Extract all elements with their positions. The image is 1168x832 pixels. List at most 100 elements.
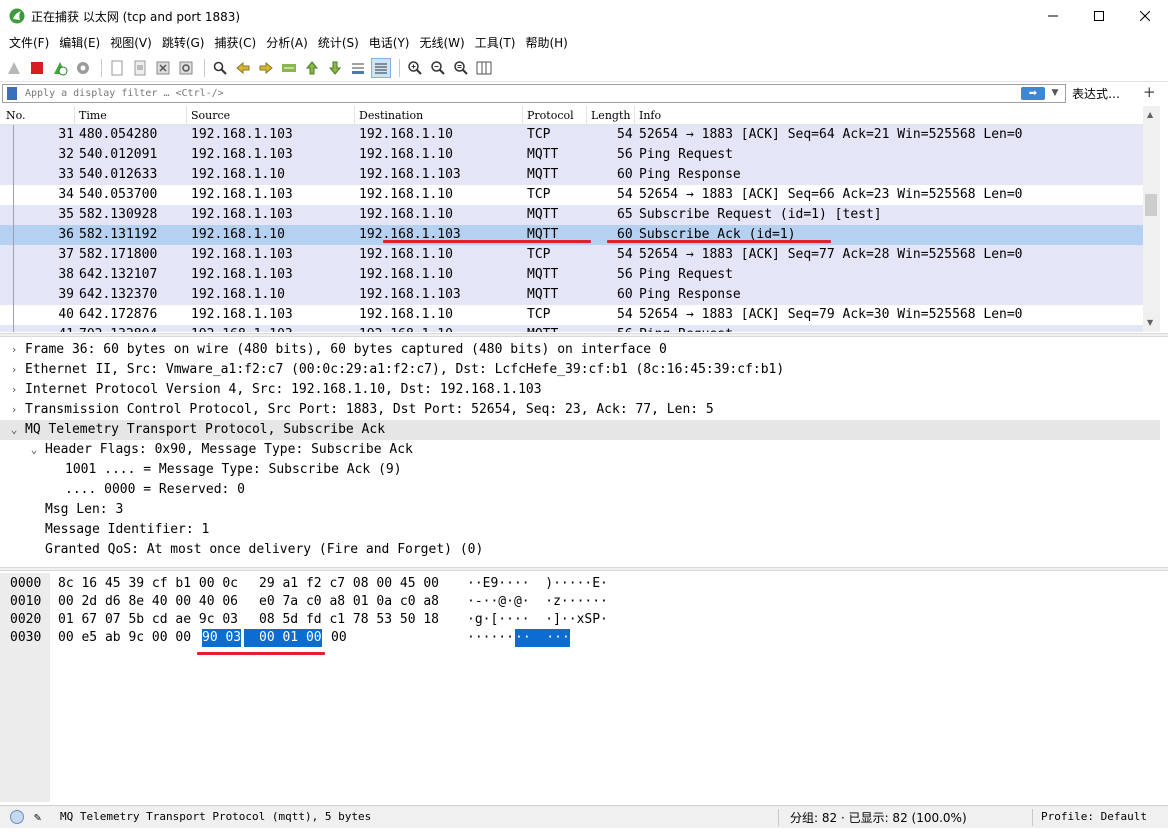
zoom-out-button[interactable] [428, 58, 448, 78]
menu-wireless[interactable]: 无线(W) [415, 32, 470, 54]
toolbar-separator [399, 59, 400, 77]
resize-columns-button[interactable] [474, 58, 494, 78]
packet-row[interactable]: 39 642.132370 192.168.1.10 192.168.1.103 MQT… [0, 285, 1143, 305]
pane-splitter[interactable] [0, 333, 1168, 337]
expression-button[interactable]: 表达式… [1072, 85, 1120, 102]
detail-tree-item[interactable]: Granted QoS: At most once delivery (Fire… [0, 540, 1160, 560]
packet-list: No. Time Source Destination Protocol Len… [0, 106, 1160, 332]
colorize-button[interactable] [371, 58, 391, 78]
column-header-length[interactable]: Length [591, 109, 630, 122]
packet-list-scrollbar[interactable]: ▲ ▼ [1143, 106, 1160, 332]
save-file-button[interactable] [130, 58, 150, 78]
minimize-button[interactable] [1030, 0, 1076, 32]
cell-no: 34 [58, 187, 74, 202]
menu-help[interactable]: 帮助(H) [520, 32, 572, 54]
packet-row[interactable]: 41 702.132804 192.168.1.103 192.168.1.10 MQT… [0, 325, 1143, 332]
chevron-right-icon[interactable]: › [8, 400, 20, 420]
packet-row[interactable]: 31 480.054280 192.168.1.103 192.168.1.10 TCP… [0, 125, 1143, 145]
close-file-button[interactable] [153, 58, 173, 78]
detail-tree-item[interactable]: ⌄ MQ Telemetry Transport Protocol, Subscr… [0, 420, 1160, 440]
menu-telephony[interactable]: 电话(Y) [364, 32, 415, 54]
packet-row[interactable]: 40 642.172876 192.168.1.103 192.168.1.10 TCP… [0, 305, 1143, 325]
go-back-button[interactable] [233, 58, 253, 78]
menu-go[interactable]: 跳转(G) [157, 32, 210, 54]
column-header-source[interactable]: Source [191, 109, 230, 122]
maximize-button[interactable] [1076, 0, 1122, 32]
detail-tree-item[interactable]: ⌄ Header Flags: 0x90, Message Type: Subsc… [0, 440, 1160, 460]
packet-row[interactable]: 35 582.130928 192.168.1.103 192.168.1.10 MQT… [0, 205, 1143, 225]
hex-bytes-selected[interactable]: 90 03 [202, 629, 242, 647]
chevron-right-icon[interactable]: › [8, 360, 20, 380]
close-button[interactable] [1122, 0, 1168, 32]
go-first-button[interactable] [302, 58, 322, 78]
menu-capture[interactable]: 捕获(C) [209, 32, 261, 54]
detail-tree-item[interactable]: .... 0000 = Reserved: 0 [0, 480, 1160, 500]
cell-dst: 192.168.1.10 [359, 267, 453, 282]
column-header-no[interactable]: No. [6, 109, 26, 122]
close-icon [1140, 11, 1150, 21]
menu-tools[interactable]: 工具(T) [470, 32, 521, 54]
expert-info-icon[interactable] [10, 810, 24, 824]
chevron-down-icon[interactable]: ⌄ [8, 420, 20, 440]
go-forward-button[interactable] [256, 58, 276, 78]
column-header-time[interactable]: Time [79, 109, 107, 122]
scrollbar-thumb[interactable] [1145, 194, 1157, 216]
chevron-right-icon[interactable]: › [8, 340, 20, 360]
detail-tree-item[interactable]: Message Identifier: 1 [0, 520, 1160, 540]
menu-statistics[interactable]: 统计(S) [313, 32, 364, 54]
pane-splitter[interactable] [0, 567, 1168, 571]
column-header-destination[interactable]: Destination [359, 109, 423, 122]
column-header-protocol[interactable]: Protocol [527, 109, 574, 122]
packet-row[interactable]: 34 540.053700 192.168.1.103 192.168.1.10 TCP… [0, 185, 1143, 205]
resize-columns-icon [476, 61, 492, 75]
capture-options-button[interactable] [73, 58, 93, 78]
ascii-bytes: ··E9···· )·····E· [467, 576, 608, 591]
ascii-bytes-selected[interactable]: ·· ··· [515, 629, 570, 647]
packet-row[interactable]: 37 582.171800 192.168.1.103 192.168.1.10 TCP… [0, 245, 1143, 265]
restart-capture-button[interactable] [50, 58, 70, 78]
menu-view[interactable]: 视图(V) [105, 32, 157, 54]
go-last-button[interactable] [325, 58, 345, 78]
detail-tree-item[interactable]: › Transmission Control Protocol, Src Port… [0, 400, 1160, 420]
chevron-down-icon[interactable]: ⌄ [28, 440, 40, 460]
find-packet-button[interactable] [210, 58, 230, 78]
start-capture-button[interactable] [4, 58, 24, 78]
zoom-in-button[interactable] [405, 58, 425, 78]
cell-src: 192.168.1.103 [191, 147, 293, 162]
scroll-down-icon[interactable]: ▼ [1147, 318, 1153, 327]
detail-tree-item[interactable]: Msg Len: 3 [0, 500, 1160, 520]
chevron-down-icon[interactable]: ▼ [1048, 87, 1062, 100]
reload-file-button[interactable] [176, 58, 196, 78]
toolbar-separator [101, 59, 102, 77]
add-filter-button[interactable]: + [1143, 83, 1156, 101]
detail-tree-item[interactable]: › Ethernet II, Src: Vmware_a1:f2:c7 (00:0… [0, 360, 1160, 380]
cell-proto: MQTT [527, 267, 559, 282]
status-profile[interactable]: Profile: Default [1041, 810, 1147, 823]
column-header-info[interactable]: Info [639, 109, 661, 122]
menu-analyze[interactable]: 分析(A) [261, 32, 313, 54]
packet-row[interactable]: 32 540.012091 192.168.1.103 192.168.1.10 MQT… [0, 145, 1143, 165]
stop-capture-button[interactable] [27, 58, 47, 78]
menu-file[interactable]: 文件(F) [4, 32, 54, 54]
auto-scroll-button[interactable] [348, 58, 368, 78]
cell-dst: 192.168.1.10 [359, 247, 453, 262]
cell-src: 192.168.1.10 [191, 227, 285, 242]
open-file-button[interactable] [107, 58, 127, 78]
display-filter-input[interactable]: Apply a display filter … <Ctrl-/> ➡ ▼ [2, 84, 1066, 103]
apply-filter-button[interactable]: ➡ [1021, 87, 1045, 100]
menu-edit[interactable]: 编辑(E) [54, 32, 105, 54]
bookmark-icon[interactable] [7, 87, 17, 100]
edit-comment-icon[interactable]: ✎ [34, 810, 41, 824]
scroll-up-icon[interactable]: ▲ [1147, 110, 1153, 119]
go-to-packet-button[interactable] [279, 58, 299, 78]
hex-bytes-selected[interactable]: 00 01 00 [259, 629, 322, 647]
packet-row[interactable]: 33 540.012633 192.168.1.10 192.168.1.103 MQT… [0, 165, 1143, 185]
detail-tree-item[interactable]: 1001 .... = Message Type: Subscribe Ack … [0, 460, 1160, 480]
detail-tree-item[interactable]: › Internet Protocol Version 4, Src: 192.1… [0, 380, 1160, 400]
chevron-right-icon[interactable]: › [8, 380, 20, 400]
cell-no: 40 [58, 307, 74, 322]
packet-row[interactable]: 38 642.132107 192.168.1.103 192.168.1.10 MQT… [0, 265, 1143, 285]
detail-tree-item[interactable]: › Frame 36: 60 bytes on wire (480 bits), … [0, 340, 1160, 360]
cell-len: 54 [617, 307, 633, 322]
zoom-reset-button[interactable] [451, 58, 471, 78]
